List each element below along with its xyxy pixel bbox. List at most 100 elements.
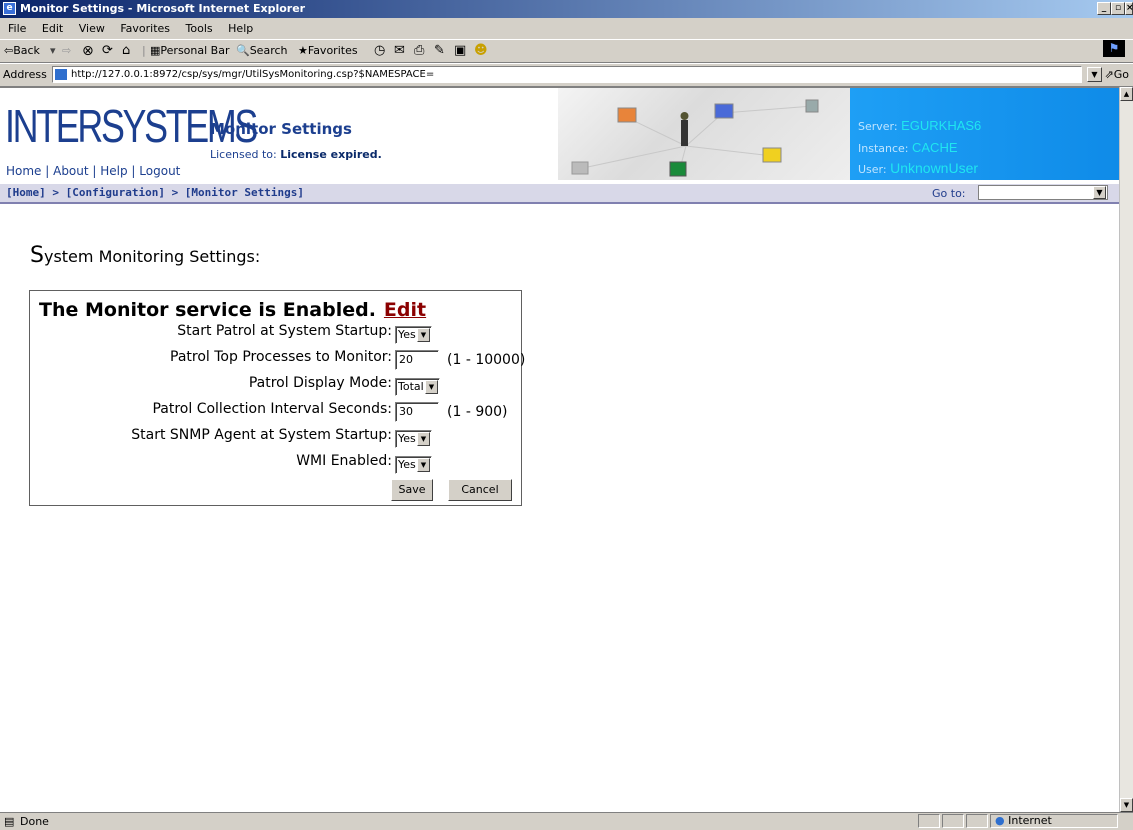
server-row: Server: EGURKHAS6	[858, 118, 981, 133]
status-cell	[966, 814, 988, 828]
instance-label: Instance:	[858, 142, 909, 155]
top-processes-label: Patrol Top Processes to Monitor:	[170, 349, 392, 365]
goto-label: Go to:	[932, 187, 966, 200]
top-processes-value: 20	[399, 353, 413, 366]
zone-text: Internet	[1008, 814, 1052, 827]
banner-title: Monitor Settings	[210, 120, 352, 138]
refresh-icon[interactable]: ⟳	[102, 40, 113, 62]
discuss-icon[interactable]: ▣	[454, 40, 466, 62]
start-patrol-label: Start Patrol at System Startup:	[177, 323, 392, 339]
favorites-label: Favorites	[307, 44, 358, 57]
scroll-up-icon[interactable]: ▲	[1120, 87, 1133, 101]
goto-select[interactable]: ▼	[978, 185, 1108, 200]
heading-text: ystem Monitoring Settings:	[43, 247, 261, 266]
menu-view[interactable]: View	[79, 22, 105, 35]
toolbar-separator: |	[142, 44, 146, 57]
user-row: User: UnknownUser	[858, 160, 978, 176]
status-cell	[942, 814, 964, 828]
wmi-label: WMI Enabled:	[296, 453, 392, 469]
home-icon[interactable]: ⌂	[122, 40, 130, 62]
browser-toolbar: ⇦Back ▾ ⇨ ⊗ ⟳ ⌂ | ▦Personal Bar 🔍Search …	[0, 39, 1133, 63]
display-mode-label: Patrol Display Mode:	[248, 375, 392, 391]
start-patrol-select[interactable]: Yes ▼	[395, 326, 432, 344]
back-dropdown-icon[interactable]: ▾	[50, 40, 56, 62]
address-label: Address	[3, 68, 47, 81]
heading-initial: S	[30, 243, 44, 268]
interval-value: 30	[399, 405, 413, 418]
page-icon	[55, 69, 67, 80]
breadcrumb-bar: [Home] > [Configuration] > [Monitor Sett…	[0, 184, 1119, 204]
mail-icon[interactable]: ✉	[394, 40, 405, 62]
interval-input[interactable]: 30	[395, 402, 439, 422]
search-label: Search	[249, 44, 288, 57]
forward-button[interactable]: ⇨	[62, 40, 71, 62]
interval-range: (1 - 900)	[447, 404, 508, 420]
licensed-label: Licensed to:	[210, 148, 277, 161]
maximize-button[interactable]: ▫	[1111, 2, 1125, 15]
server-value: EGURKHAS6	[901, 118, 982, 133]
save-button[interactable]: Save	[391, 479, 433, 501]
start-patrol-value: Yes	[398, 328, 416, 341]
address-bar: Address http://127.0.0.1:8972/csp/sys/mg…	[0, 63, 1133, 87]
scroll-down-icon[interactable]: ▼	[1120, 798, 1133, 812]
menu-file[interactable]: File	[8, 22, 26, 35]
globe-icon: ●	[995, 814, 1005, 827]
user-value: UnknownUser	[890, 160, 979, 176]
page-viewport: INTERSYSTEMS Home | About | Help | Logou…	[0, 87, 1119, 813]
minimize-button[interactable]: _	[1097, 2, 1111, 15]
menu-edit[interactable]: Edit	[42, 22, 63, 35]
close-button[interactable]: ×	[1125, 2, 1133, 15]
personal-bar-button[interactable]: ▦Personal Bar	[150, 40, 229, 62]
dropdown-arrow-icon: ▼	[417, 432, 430, 446]
monitor-status: The Monitor service is Enabled. Edit	[39, 299, 426, 321]
menu-help[interactable]: Help	[228, 22, 253, 35]
address-input[interactable]: http://127.0.0.1:8972/csp/sys/mgr/UtilSy…	[52, 66, 1082, 83]
network-illustration	[571, 99, 819, 177]
status-text: Done	[20, 815, 49, 828]
go-button[interactable]: ⇗Go	[1105, 68, 1129, 81]
cancel-button[interactable]: Cancel	[448, 479, 512, 501]
wmi-select[interactable]: Yes ▼	[395, 456, 432, 474]
display-mode-select[interactable]: Total ▼	[395, 378, 440, 396]
edit-page-icon[interactable]: ✎	[434, 40, 445, 62]
monitor-settings-form: The Monitor service is Enabled. Edit Star…	[29, 290, 526, 506]
menu-favorites[interactable]: Favorites	[120, 22, 170, 35]
page-heading: System Monitoring Settings:	[30, 243, 260, 268]
favorites-button[interactable]: ★Favorites	[298, 40, 358, 62]
personal-bar-label: Personal Bar	[160, 44, 230, 57]
stop-icon[interactable]: ⊗	[82, 40, 94, 62]
window-title-bar: e Monitor Settings - Microsoft Internet …	[0, 0, 1133, 18]
wmi-value: Yes	[398, 458, 416, 471]
messenger-icon[interactable]: ☻	[474, 40, 488, 62]
status-page-icon: ▤	[4, 815, 15, 828]
top-processes-input[interactable]: 20	[395, 350, 439, 370]
monitor-status-text: The Monitor service is Enabled.	[39, 299, 376, 321]
dropdown-arrow-icon: ▼	[417, 458, 430, 472]
zone-cell: ● Internet	[990, 814, 1118, 828]
address-url: http://127.0.0.1:8972/csp/sys/mgr/UtilSy…	[71, 69, 435, 80]
instance-row: Instance: CACHE	[858, 140, 958, 155]
server-info-panel: Server: EGURKHAS6 Instance: CACHE User: …	[850, 88, 1119, 180]
top-processes-range: (1 - 10000)	[447, 352, 526, 368]
breadcrumb[interactable]: [Home] > [Configuration] > [Monitor Sett…	[6, 186, 304, 199]
ie-icon: e	[3, 2, 16, 15]
menu-tools[interactable]: Tools	[186, 22, 213, 35]
interval-label: Patrol Collection Interval Seconds:	[152, 401, 392, 417]
print-icon[interactable]: ⎙	[414, 40, 424, 62]
status-cell	[918, 814, 940, 828]
edit-link[interactable]: Edit	[384, 299, 426, 321]
snmp-select[interactable]: Yes ▼	[395, 430, 432, 448]
history-icon[interactable]: ◷	[374, 40, 385, 62]
goto-dropdown-icon[interactable]: ▼	[1093, 186, 1106, 199]
instance-value: CACHE	[912, 140, 958, 155]
menu-bar: File Edit View Favorites Tools Help ⚑	[0, 19, 1133, 57]
vertical-scrollbar[interactable]: ▲ ▼	[1119, 87, 1133, 812]
network-banner-image	[558, 88, 850, 180]
back-button[interactable]: ⇦Back	[4, 40, 40, 62]
address-dropdown-icon[interactable]: ▼	[1087, 67, 1102, 82]
search-button[interactable]: 🔍Search	[236, 40, 288, 62]
snmp-value: Yes	[398, 432, 416, 445]
logo-links[interactable]: Home | About | Help | Logout	[6, 164, 180, 178]
display-mode-value: Total	[398, 380, 424, 393]
dropdown-arrow-icon: ▼	[425, 380, 438, 394]
